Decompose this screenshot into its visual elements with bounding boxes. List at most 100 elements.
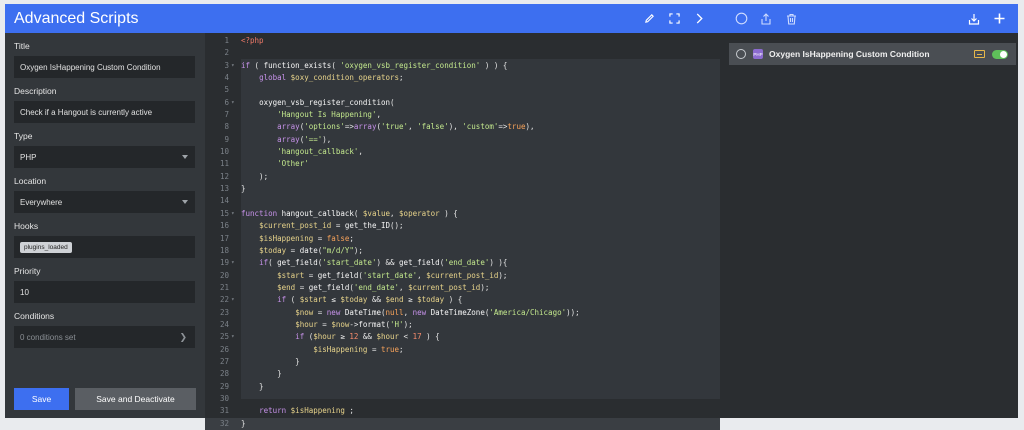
code-line[interactable]: 29 }	[205, 381, 720, 393]
line-number: 14	[219, 196, 229, 206]
code-editor[interactable]: 1 <?php 2 3 ▾ if ( function_exists( 'oxygen_v…	[205, 33, 720, 430]
hooks-field[interactable]: plugins_loaded	[14, 236, 195, 258]
code-line[interactable]: 4 global $oxy_condition_operators;	[205, 72, 720, 84]
code-line[interactable]: 20 $start = get_field('start_date', $cur…	[205, 270, 720, 282]
import-icon[interactable]	[963, 8, 985, 30]
code-line[interactable]: 9 array('=='),	[205, 134, 720, 146]
pencil-icon[interactable]	[638, 8, 660, 30]
location-label: Location	[14, 176, 47, 186]
code-line[interactable]: 2	[205, 47, 720, 59]
code-line[interactable]: 11 'Other'	[205, 158, 720, 170]
caret-down-icon	[182, 155, 188, 159]
trash-icon[interactable]	[780, 8, 802, 30]
type-select[interactable]: PHP	[14, 146, 195, 168]
select-radio[interactable]	[736, 49, 746, 59]
fold-toggle-icon[interactable]: ▾	[231, 257, 239, 269]
hook-chip[interactable]: plugins_loaded	[20, 241, 72, 253]
line-number: 6	[224, 97, 229, 107]
fold-toggle-icon[interactable]: ▾	[231, 97, 239, 109]
code-text: }	[241, 356, 300, 366]
fold-toggle-icon[interactable]: ▾	[231, 60, 239, 72]
code-line[interactable]: 23 $now = new DateTime(null, new DateTim…	[205, 307, 720, 319]
code-line[interactable]: 7 'Hangout Is Happening',	[205, 109, 720, 121]
code-line[interactable]: 31 return $isHappening ;	[205, 405, 720, 417]
line-number: 10	[219, 147, 229, 157]
line-number: 19	[219, 258, 229, 268]
type-label: Type	[14, 131, 33, 141]
line-number: 24	[219, 319, 229, 329]
editor-header: Advanced Scripts	[5, 4, 720, 33]
line-number: 1	[224, 36, 229, 45]
code-line[interactable]: 22 ▾ if ( $start ≤ $today && $end ≥ $toda…	[205, 294, 720, 306]
share-icon[interactable]	[755, 8, 777, 30]
code-line[interactable]: 27 }	[205, 356, 720, 368]
conditions-field[interactable]: 0 conditions set ❯	[14, 326, 195, 348]
priority-field[interactable]: 10	[14, 281, 195, 303]
location-select[interactable]: Everywhere	[14, 191, 195, 213]
line-number: 17	[219, 233, 229, 243]
code-line[interactable]: 3 ▾ if ( function_exists( 'oxygen_vsb_regi…	[205, 60, 720, 72]
line-number: 13	[219, 184, 229, 194]
line-number: 5	[224, 85, 229, 95]
code-line[interactable]: 19 ▾ if( get_field('start_date') && get_f…	[205, 257, 720, 269]
plus-icon[interactable]	[988, 8, 1010, 30]
script-list-item[interactable]: PHP Oxygen IsHappening Custom Condition	[729, 43, 1016, 65]
code-line[interactable]: 28 }	[205, 368, 720, 380]
code-text: global $oxy_condition_operators;	[259, 73, 404, 83]
code-line[interactable]: 21 $end = get_field('end_date', $current…	[205, 282, 720, 294]
fold-toggle-icon[interactable]: ▾	[231, 294, 239, 306]
code-line[interactable]: 1 <?php	[205, 35, 720, 47]
condition-icon[interactable]	[974, 50, 985, 58]
code-line[interactable]: 24 $hour = $now->format('H');	[205, 319, 720, 331]
code-text: if ($hour ≥ 12 && $hour < 17 ) {	[295, 332, 440, 342]
code-line[interactable]: 10 'hangout_callback',	[205, 146, 720, 158]
script-name: Oxygen IsHappening Custom Condition	[769, 49, 930, 59]
code-line[interactable]: 14	[205, 195, 720, 207]
code-text: $end = get_field('end_date', $current_po…	[277, 282, 490, 292]
title-field[interactable]: Oxygen IsHappening Custom Condition	[14, 56, 195, 78]
code-line[interactable]: 8 array('options'=>array('true', 'false'…	[205, 121, 720, 133]
code-line[interactable]: 13}	[205, 183, 720, 195]
description-field[interactable]: Check if a Hangout is currently active	[14, 101, 195, 123]
code-text: 'hangout_callback',	[277, 147, 363, 157]
circle-icon[interactable]	[730, 8, 752, 30]
active-toggle[interactable]	[992, 49, 1008, 59]
code-line[interactable]: 12 );	[205, 171, 720, 183]
save-button[interactable]: Save	[14, 388, 69, 410]
code-line[interactable]: 6 ▾ oxygen_vsb_register_condition(	[205, 97, 720, 109]
code-text: if ( function_exists( 'oxygen_vsb_regist…	[241, 60, 508, 70]
code-line[interactable]: 26 $isHappening = true;	[205, 344, 720, 356]
conditions-label: Conditions	[14, 311, 55, 321]
chevron-right-icon[interactable]	[688, 8, 710, 30]
scripts-toolbar	[720, 4, 1018, 33]
expand-icon[interactable]	[663, 8, 685, 30]
fold-toggle-icon[interactable]: ▾	[231, 208, 239, 220]
line-number: 29	[219, 381, 229, 391]
code-line[interactable]: 15 ▾ function hangout_callback( $value, $o…	[205, 208, 720, 220]
save-and-deactivate-button[interactable]: Save and Deactivate	[75, 388, 196, 410]
fold-toggle-icon[interactable]: ▾	[231, 331, 239, 343]
code-line[interactable]: 16 $current_post_id = get_the_ID();	[205, 220, 720, 232]
code-line[interactable]: 30	[205, 393, 720, 405]
code-line[interactable]: 25 ▾ if ($hour ≥ 12 && $hour < 17 ) {	[205, 331, 720, 343]
advanced-scripts-app: Advanced Scripts Title Oxygen IsHappenin…	[5, 4, 1018, 430]
code-lines: 1 <?php 2 3 ▾ if ( function_exists( 'oxygen_v…	[205, 33, 720, 430]
code-line[interactable]: 18 $today = date("m/d/Y");	[205, 245, 720, 257]
code-line[interactable]: 17 $isHappening = false;	[205, 233, 720, 245]
scripts-list-panel: PHP Oxygen IsHappening Custom Condition	[720, 33, 1018, 418]
page-title: Advanced Scripts	[14, 9, 139, 27]
code-line[interactable]: 5	[205, 84, 720, 96]
line-number: 22	[219, 295, 229, 305]
